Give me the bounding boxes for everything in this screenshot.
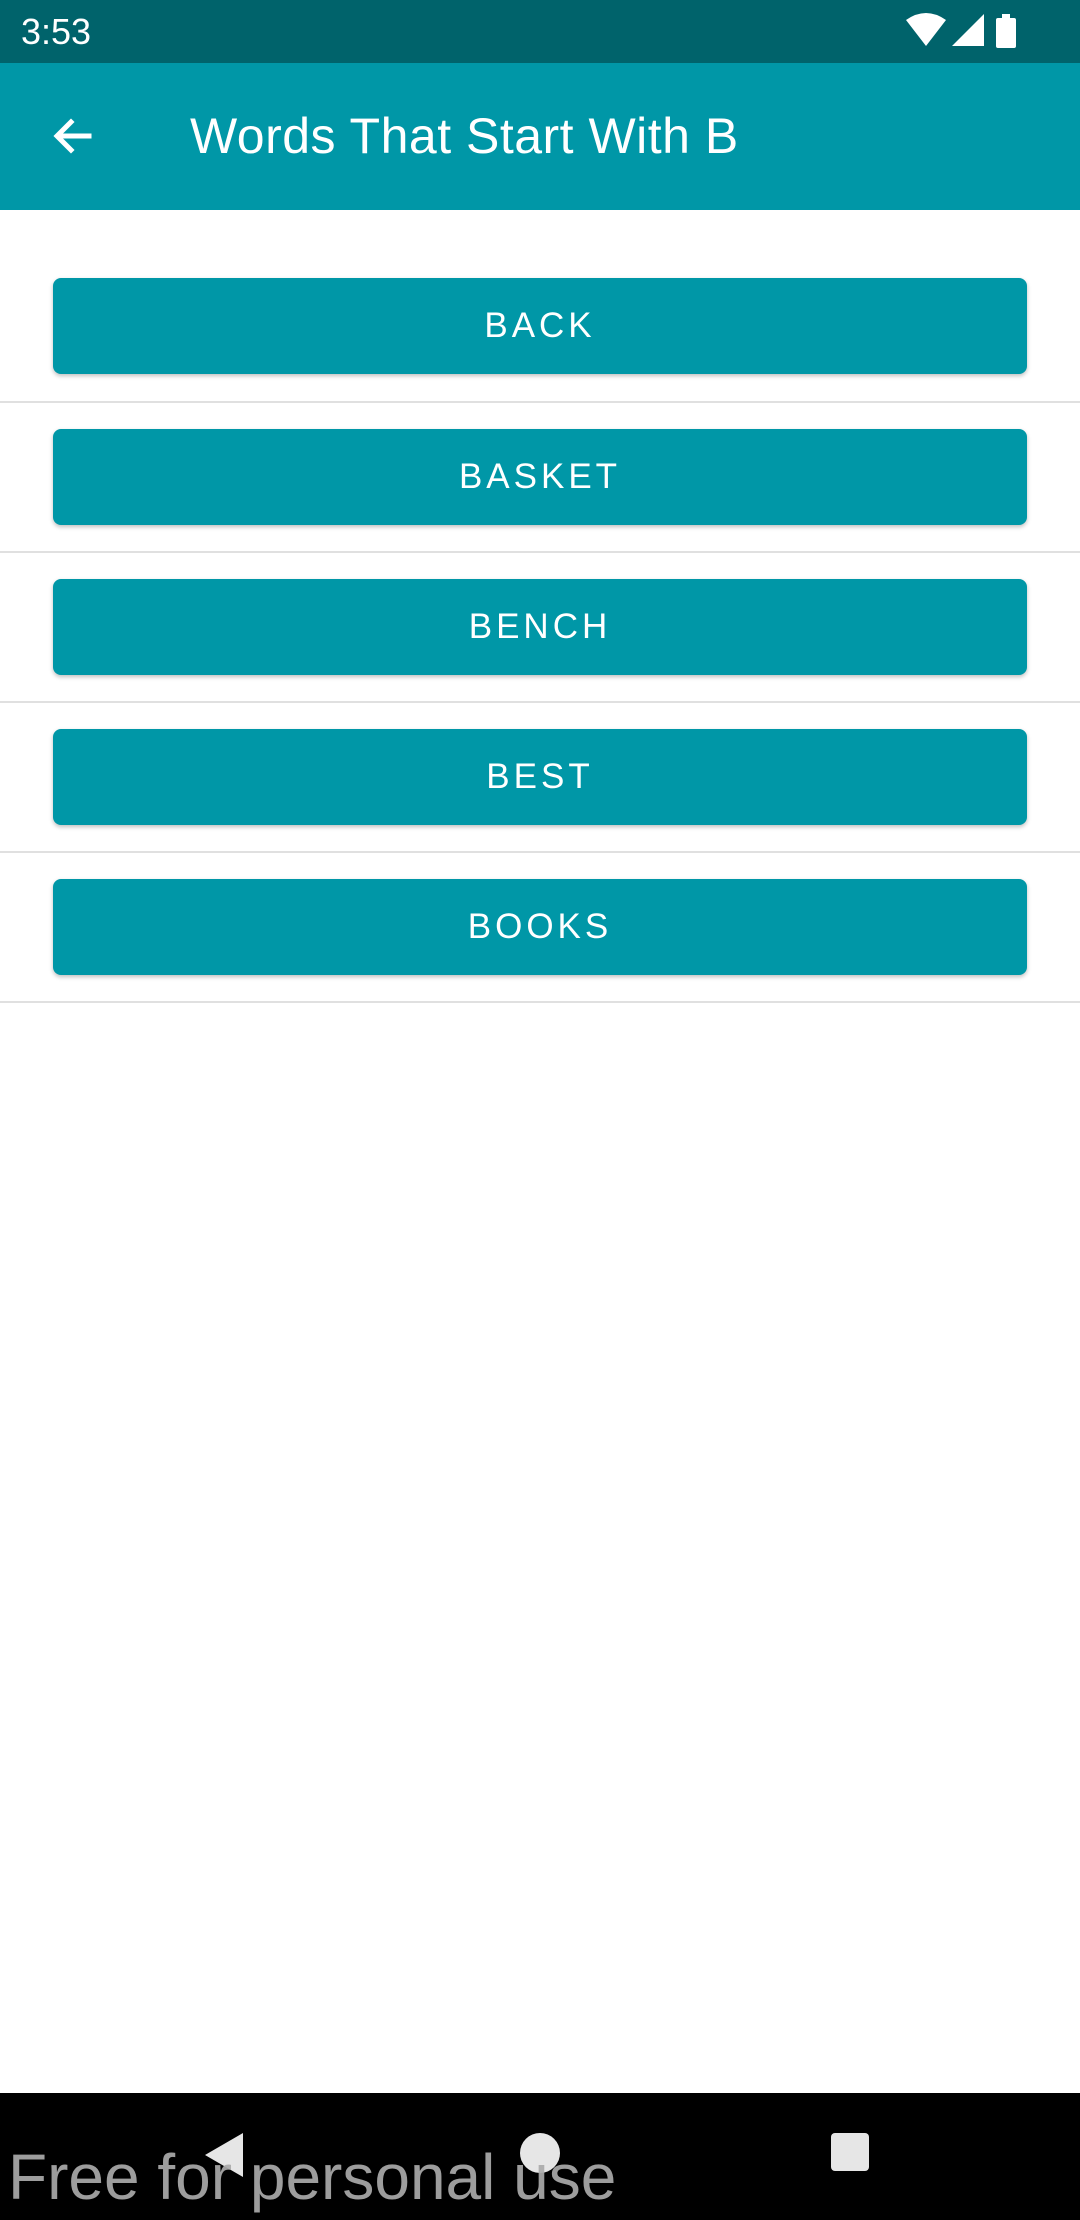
cell-signal-icon	[952, 14, 984, 46]
nav-recents-icon[interactable]	[831, 2133, 869, 2171]
word-button-bench[interactable]: BENCH	[53, 579, 1027, 675]
word-button-back[interactable]: BACK	[53, 278, 1027, 374]
list-item: BEST	[0, 703, 1080, 853]
app-bar: Words That Start With B	[0, 63, 1080, 210]
word-button-books[interactable]: BOOKS	[53, 879, 1027, 975]
status-time: 3:53	[21, 11, 92, 52]
status-bar: 3:53	[0, 0, 1080, 63]
word-button-basket[interactable]: BASKET	[53, 429, 1027, 525]
page-title: Words That Start With B	[190, 108, 739, 164]
list-item: BENCH	[0, 553, 1080, 703]
watermark: Free for personal use	[8, 2141, 617, 2213]
list-item: BASKET	[0, 403, 1080, 553]
word-button-best[interactable]: BEST	[53, 729, 1027, 825]
list-item: BACK	[0, 210, 1080, 403]
list-item: BOOKS	[0, 853, 1080, 1003]
battery-icon	[996, 14, 1016, 48]
status-icons	[880, 0, 1080, 63]
wifi-icon	[906, 13, 946, 46]
word-list: BACK BASKET BENCH BEST BOOKS	[0, 210, 1080, 1003]
arrow-back-icon	[53, 118, 92, 154]
back-button[interactable]	[33, 96, 113, 176]
